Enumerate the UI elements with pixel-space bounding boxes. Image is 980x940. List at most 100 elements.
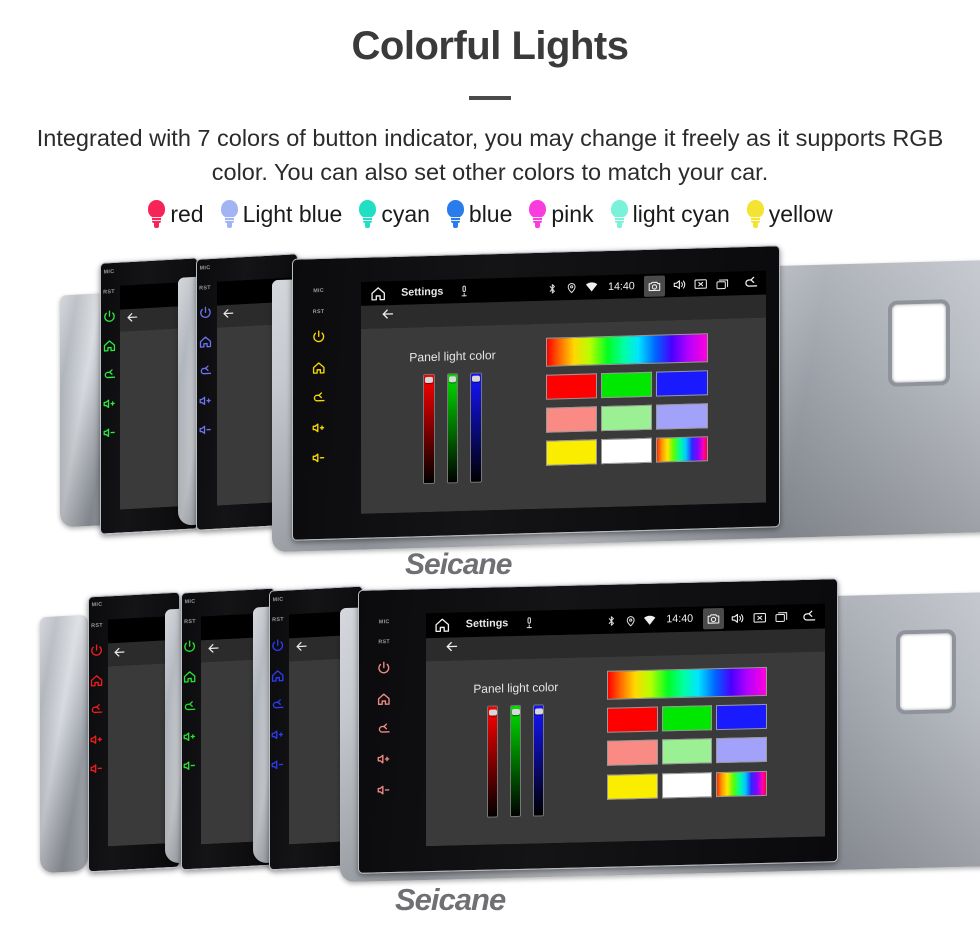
power-icon[interactable] <box>376 660 392 676</box>
volume-up-icon[interactable] <box>102 396 117 412</box>
swatch-yellow[interactable] <box>545 439 597 466</box>
back-arrow-icon[interactable] <box>742 274 760 292</box>
swatch-blue[interactable] <box>656 370 708 397</box>
touchscreen-display[interactable]: Settings 14:40 Panel light color <box>361 270 767 514</box>
volume-down-icon[interactable] <box>89 761 104 777</box>
power-icon[interactable] <box>311 329 327 345</box>
touchscreen-display[interactable]: Settings 14:40 Panel light color <box>426 603 825 847</box>
volume-up-icon[interactable] <box>89 731 104 747</box>
volume-down-icon[interactable] <box>182 758 197 774</box>
mic-label: MIC <box>184 598 196 605</box>
swatch-blue[interactable] <box>716 703 767 731</box>
back-arrow-icon[interactable] <box>125 309 140 330</box>
panel-light-color-label: Panel light color <box>473 680 559 697</box>
home-icon[interactable] <box>89 672 104 688</box>
back-arrow-icon[interactable] <box>206 640 221 661</box>
back-arrow-icon[interactable] <box>311 390 327 406</box>
power-icon[interactable] <box>182 639 197 655</box>
clock: 14:40 <box>608 280 635 294</box>
back-arrow-icon[interactable] <box>800 607 818 625</box>
back-arrow-icon[interactable] <box>380 306 396 327</box>
speaker-icon[interactable] <box>672 277 687 293</box>
legend-item-cyan: cyan <box>358 199 430 229</box>
swatch-row <box>545 370 708 400</box>
camera-icon[interactable] <box>644 274 666 297</box>
volume-down-icon[interactable] <box>376 782 392 798</box>
recent-apps-icon[interactable] <box>774 609 789 624</box>
swatch-white[interactable] <box>661 771 713 799</box>
blue-slider[interactable] <box>533 704 545 817</box>
back-arrow-icon[interactable] <box>376 721 392 737</box>
speaker-icon[interactable] <box>730 610 746 626</box>
swatch-red[interactable] <box>545 373 597 400</box>
swatch-salmon[interactable] <box>607 739 658 767</box>
close-box-icon[interactable] <box>693 277 708 293</box>
volume-up-icon[interactable] <box>270 727 285 743</box>
home-icon[interactable] <box>102 338 117 354</box>
page-header: Colorful Lights Integrated with 7 colors… <box>0 0 980 229</box>
volume-up-icon[interactable] <box>376 751 392 767</box>
mic-label: MIC <box>313 288 324 295</box>
home-icon[interactable] <box>433 616 452 635</box>
swatch-lightgreen[interactable] <box>661 738 713 765</box>
back-arrow-icon[interactable] <box>112 644 127 665</box>
back-arrow-icon[interactable] <box>294 639 309 660</box>
home-icon[interactable] <box>182 669 197 685</box>
green-slider[interactable] <box>446 372 459 484</box>
recent-apps-icon[interactable] <box>715 276 730 291</box>
back-arrow-icon[interactable] <box>270 697 285 713</box>
swatch-green[interactable] <box>661 705 713 732</box>
product-feature-page: Colorful Lights Integrated with 7 colors… <box>0 0 980 940</box>
red-slider[interactable] <box>423 373 435 485</box>
back-arrow-icon[interactable] <box>198 363 213 379</box>
red-slider[interactable] <box>487 705 499 818</box>
back-arrow-icon[interactable] <box>182 698 197 714</box>
legend-item-label: blue <box>468 200 513 227</box>
power-icon[interactable] <box>102 309 117 325</box>
swatch-rainbow[interactable] <box>656 436 708 463</box>
swatch-periwinkle[interactable] <box>716 737 767 764</box>
legend-item-pink: pink <box>528 199 594 229</box>
panel-light-color-control: Panel light color <box>456 680 576 818</box>
unit-salmon: MIC RST Settings 14:40 Panel light color <box>340 578 980 892</box>
spectrum-gradient-bar[interactable] <box>545 333 708 367</box>
swatch-green[interactable] <box>600 371 653 399</box>
swatch-salmon[interactable] <box>545 406 597 433</box>
volume-down-icon[interactable] <box>270 757 285 773</box>
volume-up-icon[interactable] <box>198 392 213 408</box>
back-arrow-icon[interactable] <box>444 638 460 659</box>
camera-icon[interactable] <box>702 607 724 630</box>
back-arrow-icon[interactable] <box>221 305 236 326</box>
microphone-icon[interactable] <box>457 284 471 299</box>
swatch-red[interactable] <box>607 706 658 733</box>
volume-down-icon[interactable] <box>311 450 327 466</box>
spectrum-gradient-bar[interactable] <box>607 666 767 700</box>
swatch-white[interactable] <box>600 438 653 465</box>
power-icon[interactable] <box>89 643 104 659</box>
close-box-icon[interactable] <box>752 609 768 625</box>
swatch-rainbow[interactable] <box>716 770 767 797</box>
home-icon[interactable] <box>270 667 285 683</box>
swatch-periwinkle[interactable] <box>656 403 708 430</box>
power-icon[interactable] <box>270 637 285 653</box>
microphone-icon[interactable] <box>522 616 536 631</box>
screen-title: Settings <box>401 285 444 299</box>
green-slider[interactable] <box>510 705 522 817</box>
blue-slider[interactable] <box>470 372 482 484</box>
home-icon[interactable] <box>198 334 213 350</box>
home-icon[interactable] <box>376 691 392 707</box>
reset-label: RST <box>103 288 115 296</box>
swatch-yellow[interactable] <box>607 773 658 800</box>
back-arrow-icon[interactable] <box>89 702 104 718</box>
power-icon[interactable] <box>198 305 213 321</box>
side-key-column: MIC RST <box>293 258 344 539</box>
home-icon[interactable] <box>369 284 387 303</box>
volume-down-icon[interactable] <box>198 422 213 438</box>
swatch-lightgreen[interactable] <box>600 404 653 432</box>
side-key-column: MIC RST <box>182 593 198 870</box>
volume-down-icon[interactable] <box>102 425 117 441</box>
volume-up-icon[interactable] <box>311 420 327 436</box>
home-icon[interactable] <box>311 359 327 375</box>
volume-up-icon[interactable] <box>182 728 197 744</box>
back-arrow-icon[interactable] <box>102 367 117 383</box>
